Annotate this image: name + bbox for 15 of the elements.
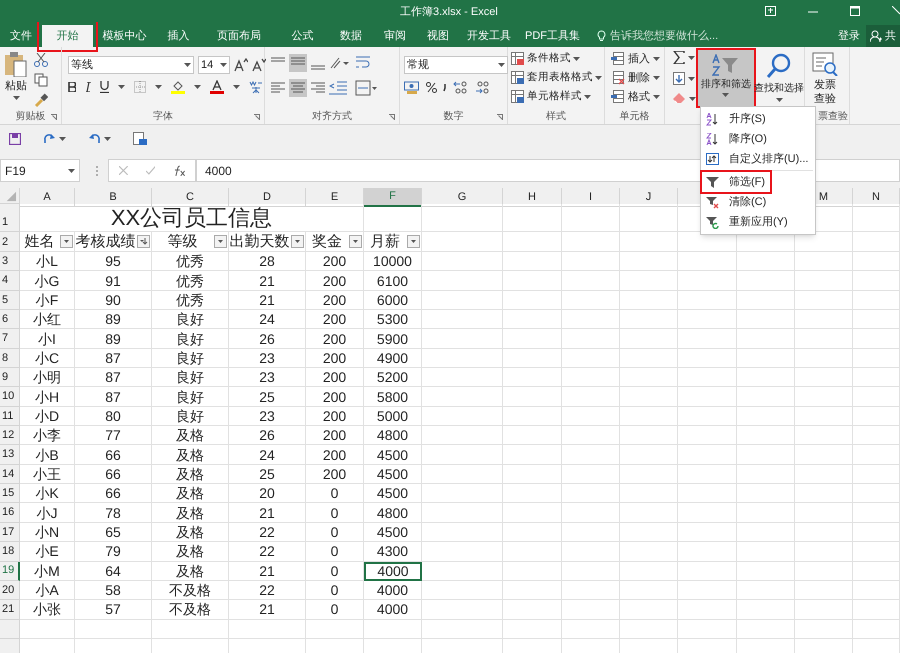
sheet-title: XX公司员工信息 [20,204,364,232]
table-header: 月薪 [369,234,401,249]
table-header: 出勤天数 [229,234,290,249]
table-header: 考核成绩 [75,234,136,249]
window-title: 工作簿3.xlsx - Excel [400,5,498,20]
table-header: 等级 [166,234,198,249]
group-label: 样式 [546,110,566,124]
group-label: 字体 [153,110,173,124]
group-label: 剪贴板 [16,110,46,124]
table-header: 奖金 [311,234,343,249]
group-label: 对齐方式 [312,110,352,124]
group-label: 票查验 [818,110,848,124]
group-label: 单元格 [620,110,650,124]
table-header: 姓名 [24,234,56,249]
group-label: 数字 [444,110,464,124]
